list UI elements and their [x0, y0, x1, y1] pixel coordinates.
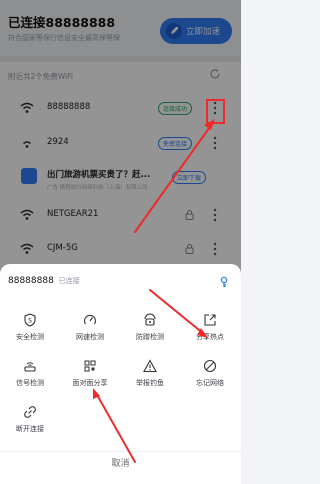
- forbidden-icon: [203, 359, 217, 373]
- action-label: 防蹭检测: [136, 333, 164, 341]
- cancel-button[interactable]: 取消: [0, 456, 241, 469]
- sheet-ssid: 88888888: [8, 276, 54, 286]
- signal-check-action[interactable]: 信号检测: [0, 359, 60, 388]
- sheet-status: 已连接: [58, 277, 80, 285]
- action-label: 面对面分享: [72, 379, 108, 387]
- svg-text:S: S: [28, 318, 32, 325]
- speed-test-action[interactable]: 网速检测: [60, 313, 120, 342]
- speedometer-icon: [83, 314, 97, 325]
- report-phishing-action[interactable]: 举报钓鱼: [120, 359, 180, 388]
- dim-overlay[interactable]: [0, 0, 241, 300]
- annotation-highlight-box: [206, 99, 225, 124]
- sheet-header: 88888888 已连接: [8, 276, 80, 286]
- share-hotspot-action[interactable]: 分享热点: [180, 313, 240, 342]
- action-label: 忘记网络: [196, 379, 224, 387]
- share-icon: [204, 314, 216, 326]
- anti-leech-action[interactable]: 防蹭检测: [120, 313, 180, 342]
- anti-leech-icon: [144, 313, 156, 326]
- wifi-action-sheet: 88888888 已连接 S 安全检测 网速检测 防蹭检测 分享热点 信号检测 …: [0, 264, 241, 484]
- broken-link-icon: [24, 406, 36, 418]
- cancel-divider: [0, 451, 241, 452]
- action-label: 分享热点: [196, 333, 224, 341]
- qr-code-icon: [84, 360, 96, 372]
- action-label: 网速检测: [76, 333, 104, 341]
- forget-network-action[interactable]: 忘记网络: [180, 359, 240, 388]
- disconnect-action[interactable]: 断开连接: [0, 405, 60, 434]
- action-label: 信号检测: [16, 379, 44, 387]
- action-label: 安全检测: [16, 333, 44, 341]
- security-check-action[interactable]: S 安全检测: [0, 313, 60, 342]
- key-icon[interactable]: [218, 276, 230, 288]
- warning-icon: [143, 359, 157, 373]
- shield-s-icon: S: [24, 313, 36, 327]
- action-label: 断开连接: [16, 425, 44, 433]
- face-to-face-share-action[interactable]: 面对面分享: [60, 359, 120, 388]
- action-label: 举报钓鱼: [136, 379, 164, 387]
- router-icon: [24, 362, 36, 372]
